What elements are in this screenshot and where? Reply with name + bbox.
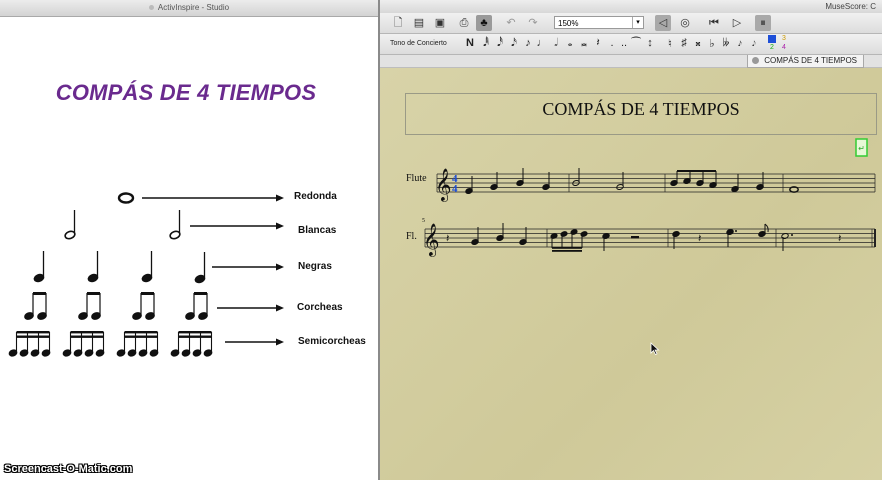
mouse-cursor-icon [650,342,660,356]
quarter-note-icon [87,251,99,283]
double-whole-note-icon[interactable]: 𝅜 [578,37,590,50]
musescore-window: MuseScore: C 🗋 ▤ ▣ ⎙ ♣ ↶ ↷ 150% ▾ ◁ ◎ ⏮ … [380,0,882,480]
eighth-note-icon[interactable]: ♪ [522,37,534,49]
quarter-note-icon[interactable]: ♩ [536,37,548,49]
eighth-notes-icon [185,292,208,320]
score-tabbar: COMPÁS DE 4 TIEMPOS [380,55,882,68]
score-staves[interactable]: ↵ 𝄞 4 4 𝄞 𝄽 𝄽 𝄽 [380,136,882,336]
eighth-notes-icon [24,292,47,320]
close-tab-icon[interactable] [752,57,760,64]
window-title: ActivInspire - Studio [157,3,230,12]
voice-4-button[interactable]: 4 [780,44,788,52]
double-dot-icon[interactable]: .. [618,37,630,49]
acciaccatura-icon[interactable]: 𝆕 [748,37,760,50]
quarter-rest-icon: 𝄽 [698,232,701,245]
rewind-icon[interactable]: ⏮ [706,15,722,31]
half-rest-icon [631,236,639,239]
tie-icon[interactable]: ⁀ [630,37,642,50]
play-icon[interactable]: ▷ [729,15,745,31]
treble-clef-icon: 𝄞 [423,223,440,257]
voice-2-button[interactable]: 2 [768,44,776,52]
flip-direction-icon[interactable]: ↕ [644,37,656,49]
label-corcheas: Corcheas [297,302,343,313]
natural-icon[interactable]: ♮ [664,37,676,50]
half-note-icon [169,210,181,240]
playback-settings-icon[interactable]: ◎ [677,15,693,31]
staff-2 [424,228,876,248]
mixer-icon[interactable]: ♣ [476,15,492,31]
half-note-icon [64,210,76,240]
sixteenth-notes-icon [62,331,105,357]
label-redonda: Redonda [294,191,337,202]
speaker-icon[interactable]: ◁ [655,15,671,31]
whole-note-icon [117,192,135,204]
undo-icon[interactable]: ↶ [503,15,519,31]
concert-pitch-button[interactable]: Tono de Concierto [390,40,447,47]
score-title: COMPÁS DE 4 TIEMPOS [542,99,740,119]
tab-score[interactable]: COMPÁS DE 4 TIEMPOS [747,55,864,68]
note-values-diagram [8,192,284,357]
sixteenth-notes-icon [8,331,51,357]
tab-label: COMPÁS DE 4 TIEMPOS [764,56,857,65]
zoom-value: 150% [558,19,579,28]
label-negras: Negras [298,261,332,272]
eighth-notes-icon [78,292,101,320]
double-sharp-icon[interactable]: 𝄪 [692,37,704,50]
staff-1 [436,173,876,193]
voice-3-button[interactable]: 3 [780,35,788,43]
sharp-icon[interactable]: ♯ [678,37,690,49]
treble-clef-icon: 𝄞 [435,168,452,202]
window-dot-icon [148,5,154,11]
recorder-watermark: Screencast-O-Matic.com [4,463,133,475]
redo-icon[interactable]: ↷ [525,15,541,31]
window-title: MuseScore: C [825,2,876,11]
save-icon[interactable]: ▣ [432,15,448,31]
half-note-icon[interactable]: 𝅗𝅥 [550,37,562,50]
label-semicorcheas: Semicorcheas [298,336,366,347]
quarter-note-icon [141,251,153,283]
whole-note-icon[interactable]: 𝅝 [564,37,576,50]
musescore-titlebar: MuseScore: C [380,0,882,14]
label-blancas: Blancas [298,225,337,236]
activinspire-titlebar: ActivInspire - Studio [0,0,378,17]
zoom-select[interactable]: 150% ▾ [554,16,644,29]
double-flat-icon[interactable]: 𝄫 [720,37,732,50]
quarter-note-icon [33,251,45,283]
chevron-down-icon: ▾ [632,17,643,28]
svg-text:↵: ↵ [858,144,865,153]
appoggiatura-icon[interactable]: 𝆔 [734,37,746,50]
sixteenth-notes-icon [116,331,159,357]
print-icon[interactable]: ⎙ [456,15,472,31]
thirtysecond-note-icon[interactable]: 𝅘𝅥𝅰 [494,37,506,50]
score-canvas[interactable]: COMPÁS DE 4 TIEMPOS Flute Fl. 5 ↵ 𝄞 4 4 … [380,68,882,480]
flat-icon[interactable]: ♭ [706,37,718,50]
rest-icon[interactable]: 𝄽 [592,37,604,50]
dot-icon[interactable]: . [606,37,618,49]
new-file-icon[interactable]: 🗋 [390,15,406,31]
quarter-rest-icon: 𝄽 [446,232,449,245]
quarter-rest-icon: 𝄽 [838,232,841,245]
sixtyfourth-note-icon[interactable]: 𝅘𝅥𝅱 [480,37,492,50]
quarter-note-icon [194,252,206,284]
sixteenth-notes-icon [170,331,213,357]
activinspire-window: ActivInspire - Studio COMPÁS DE 4 TIEMPO… [0,0,378,480]
pause-icon[interactable]: ⏸ [755,15,771,31]
score-title-frame[interactable]: COMPÁS DE 4 TIEMPOS [405,93,877,135]
arrow-icons [142,194,284,346]
voice-1-button[interactable] [768,35,776,43]
open-file-icon[interactable]: ▤ [411,15,427,31]
note-input-toolbar: Tono de Concierto N 𝅘𝅥𝅱 𝅘𝅥𝅰 𝅘𝅥𝅯 ♪ ♩ 𝅗𝅥 𝅝… [380,34,882,55]
note-input-button[interactable]: N [464,37,476,49]
eighth-notes-icon [132,292,155,320]
file-toolbar: 🗋 ▤ ▣ ⎙ ♣ ↶ ↷ 150% ▾ ◁ ◎ ⏮ ▷ ⏸ [380,13,882,34]
time-sig-bottom: 4 [452,183,458,195]
sixteenth-note-icon[interactable]: 𝅘𝅥𝅯 [508,37,520,50]
